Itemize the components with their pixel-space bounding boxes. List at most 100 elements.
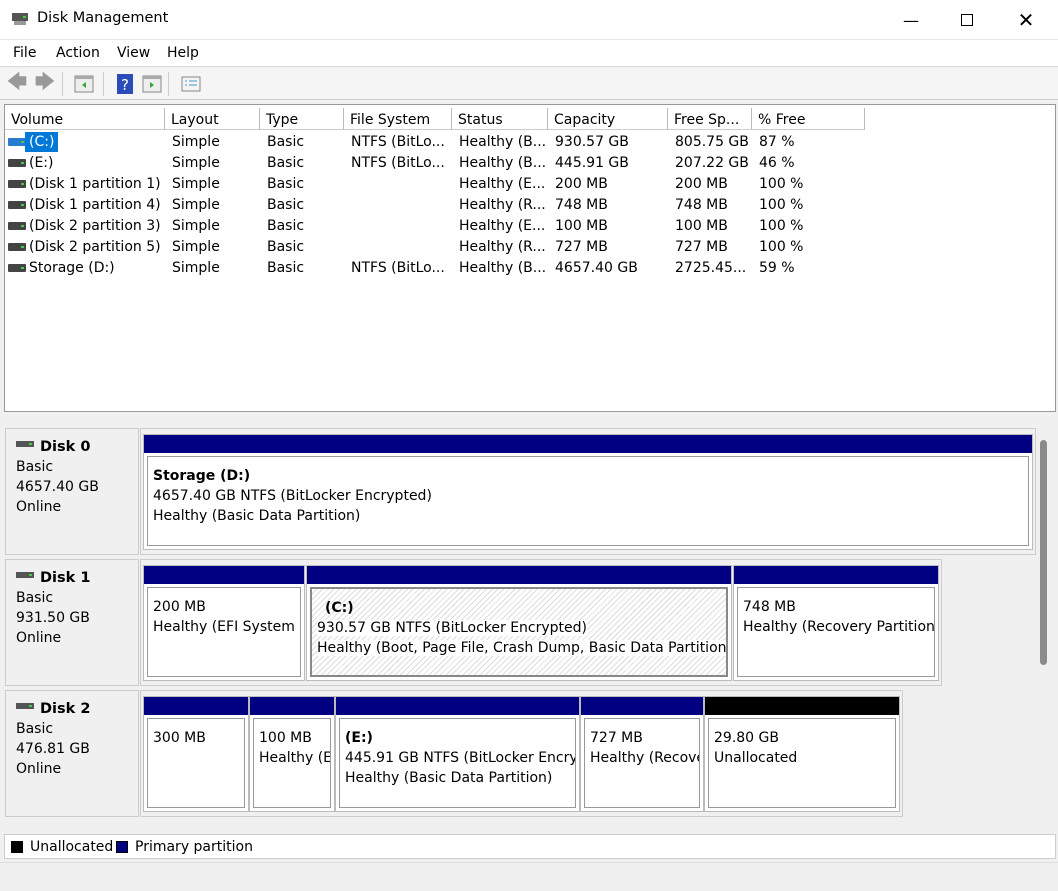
table-row[interactable]: (Disk 1 partition 4) Simple Basic Healthy (… — [5, 195, 1055, 216]
partition-line1-text: 100 MB — [259, 730, 312, 746]
partition-block[interactable]: 100 MB Healthy (E — [249, 696, 335, 812]
table-row[interactable]: (Disk 2 partition 5) Simple Basic Healthy (… — [5, 237, 1055, 258]
disk-name: Disk 0 — [40, 439, 91, 455]
cell-type: Basic — [267, 239, 305, 255]
cell-type: Basic — [267, 155, 305, 171]
menu-action[interactable]: Action — [56, 45, 100, 61]
back-icon[interactable]: 🡄 — [6, 69, 28, 95]
help-icon[interactable]: ? — [114, 73, 136, 95]
disk-name: Disk 1 — [40, 570, 91, 586]
disk-management-icon — [12, 13, 28, 25]
close-button[interactable]: ✕ — [1003, 0, 1049, 40]
cell-volume: (Disk 1 partition 4) — [29, 197, 161, 213]
partition-block[interactable]: 200 MB Healthy (EFI System P — [143, 565, 305, 681]
partition-block[interactable]: Storage (D:) 4657.40 GB NTFS (BitLocker E… — [143, 434, 1033, 550]
partition-line1-text: 200 MB — [153, 599, 206, 615]
minimize-button[interactable]: — — [888, 0, 934, 40]
column-header-3[interactable]: File System — [344, 108, 452, 130]
partition-line2: Healthy (EFI System P — [153, 617, 300, 637]
partition-line1-text: 29.80 GB — [714, 730, 779, 746]
maximize-button[interactable] — [944, 0, 990, 40]
partition-line1: 200 MB — [153, 597, 300, 617]
column-header-7[interactable]: % Free — [752, 108, 865, 130]
partition-line2-text: Healthy (E — [259, 750, 331, 766]
primary-partition-bar — [144, 697, 248, 715]
column-header-1[interactable]: Layout — [165, 108, 260, 130]
column-header-5[interactable]: Capacity — [548, 108, 668, 130]
partition-line2: Healthy (Basic Data Partition) — [153, 506, 1028, 526]
partition-block[interactable]: 29.80 GB Unallocated — [704, 696, 900, 812]
cell--free: 100 % — [759, 239, 804, 255]
column-header-4[interactable]: Status — [452, 108, 548, 130]
disk-size: 4657.40 GB — [16, 479, 99, 495]
menu-view[interactable]: View — [117, 45, 150, 61]
partition-block[interactable]: (E:) 445.91 GB NTFS (BitLocker Encryp Heal… — [335, 696, 580, 812]
partition-line2-text: Unallocated — [714, 750, 798, 766]
cell-type: Basic — [267, 260, 305, 276]
partition-line1: 748 MB — [743, 597, 934, 617]
column-header-0[interactable]: Volume — [5, 108, 165, 130]
cell-type: Basic — [267, 197, 305, 213]
cell-type: Basic — [267, 176, 305, 192]
cell-status: Healthy (B... — [459, 134, 547, 150]
disk-label-2[interactable]: Disk 2 Basic 476.81 GB Online — [5, 690, 139, 817]
cell-layout: Simple — [172, 218, 220, 234]
partition-block[interactable]: 727 MB Healthy (Recove — [580, 696, 704, 812]
disk-name: Disk 2 — [40, 701, 91, 717]
partition-line2-text: Healthy (Basic Data Partition) — [345, 770, 553, 786]
show-hide-action-pane-icon[interactable] — [141, 73, 163, 95]
partition-block[interactable]: 748 MB Healthy (Recovery Partition) — [733, 565, 939, 681]
menu-help[interactable]: Help — [167, 45, 199, 61]
cell-capacity: 930.57 GB — [555, 134, 629, 150]
cell-volume: Storage (D:) — [29, 260, 115, 276]
disk-label-0[interactable]: Disk 0 Basic 4657.40 GB Online — [5, 428, 139, 555]
table-row[interactable]: (E:) Simple Basic NTFS (BitLo... Healthy (B.… — [5, 153, 1055, 174]
cell--free: 59 % — [759, 260, 795, 276]
cell-volume: (Disk 2 partition 5) — [29, 239, 161, 255]
partition-line2-text: Healthy (EFI System P — [153, 619, 301, 635]
table-row[interactable]: Storage (D:) Simple Basic NTFS (BitLo... Hea… — [5, 258, 1055, 279]
partition-line1: 445.91 GB NTFS (BitLocker Encryp — [345, 748, 575, 768]
partition-details: 29.80 GB Unallocated — [708, 718, 896, 808]
volume-icon — [8, 222, 26, 230]
forward-icon[interactable]: 🡆 — [34, 69, 56, 95]
partition-title: (C:) — [317, 598, 726, 618]
volume-icon — [8, 264, 26, 272]
legend-unallocated-swatch — [11, 841, 23, 853]
partition-line1: 100 MB — [259, 728, 330, 748]
menu-file[interactable]: File — [13, 45, 36, 61]
legend-primary-label: Primary partition — [135, 839, 253, 855]
partition-block[interactable]: 300 MB — [143, 696, 249, 812]
cell-capacity: 727 MB — [555, 239, 608, 255]
disk-graphical-view: Disk 0 Basic 4657.40 GB Online Storage (D:) 4… — [4, 420, 1039, 830]
table-row[interactable]: (Disk 1 partition 1) Simple Basic Healthy (… — [5, 174, 1055, 195]
separator — [62, 72, 63, 96]
cell-volume: (Disk 2 partition 3) — [29, 218, 161, 234]
column-header-2[interactable]: Type — [260, 108, 344, 130]
partition-line2-text: Healthy (Basic Data Partition) — [153, 508, 361, 524]
disk-type: Basic — [16, 590, 54, 606]
cell--free: 46 % — [759, 155, 795, 171]
table-row[interactable]: (Disk 2 partition 3) Simple Basic Healthy (… — [5, 216, 1055, 237]
properties-icon[interactable] — [180, 73, 202, 95]
show-hide-console-tree-icon[interactable] — [73, 73, 95, 95]
disk-label-1[interactable]: Disk 1 Basic 931.50 GB Online — [5, 559, 139, 686]
disk-header: Disk 1 — [16, 568, 138, 588]
partition-line2-text: Healthy (Recove — [590, 750, 700, 766]
cell-free-sp-: 100 MB — [675, 218, 728, 234]
separator — [103, 72, 104, 96]
column-header-6[interactable]: Free Sp... — [668, 108, 752, 130]
toolbar: 🡄 🡆 ? — [0, 68, 1058, 100]
cell-type: Basic — [267, 218, 305, 234]
volume-icon — [8, 180, 26, 188]
menu-bar: File Action View Help — [0, 40, 1058, 67]
table-row[interactable]: (C:) Simple Basic NTFS (BitLo... Healthy (B.… — [5, 132, 1055, 153]
cell-status: Healthy (E... — [459, 218, 546, 234]
partition-block[interactable]: (C:) 930.57 GB NTFS (BitLocker Encrypted)… — [306, 565, 732, 681]
partition-line2: Healthy (Basic Data Partition) — [345, 768, 575, 788]
cell-free-sp-: 727 MB — [675, 239, 728, 255]
cell-capacity: 200 MB — [555, 176, 608, 192]
cell-layout: Simple — [172, 134, 220, 150]
vertical-scrollbar[interactable] — [1040, 440, 1047, 665]
partition-line2: Healthy (E — [259, 748, 330, 768]
